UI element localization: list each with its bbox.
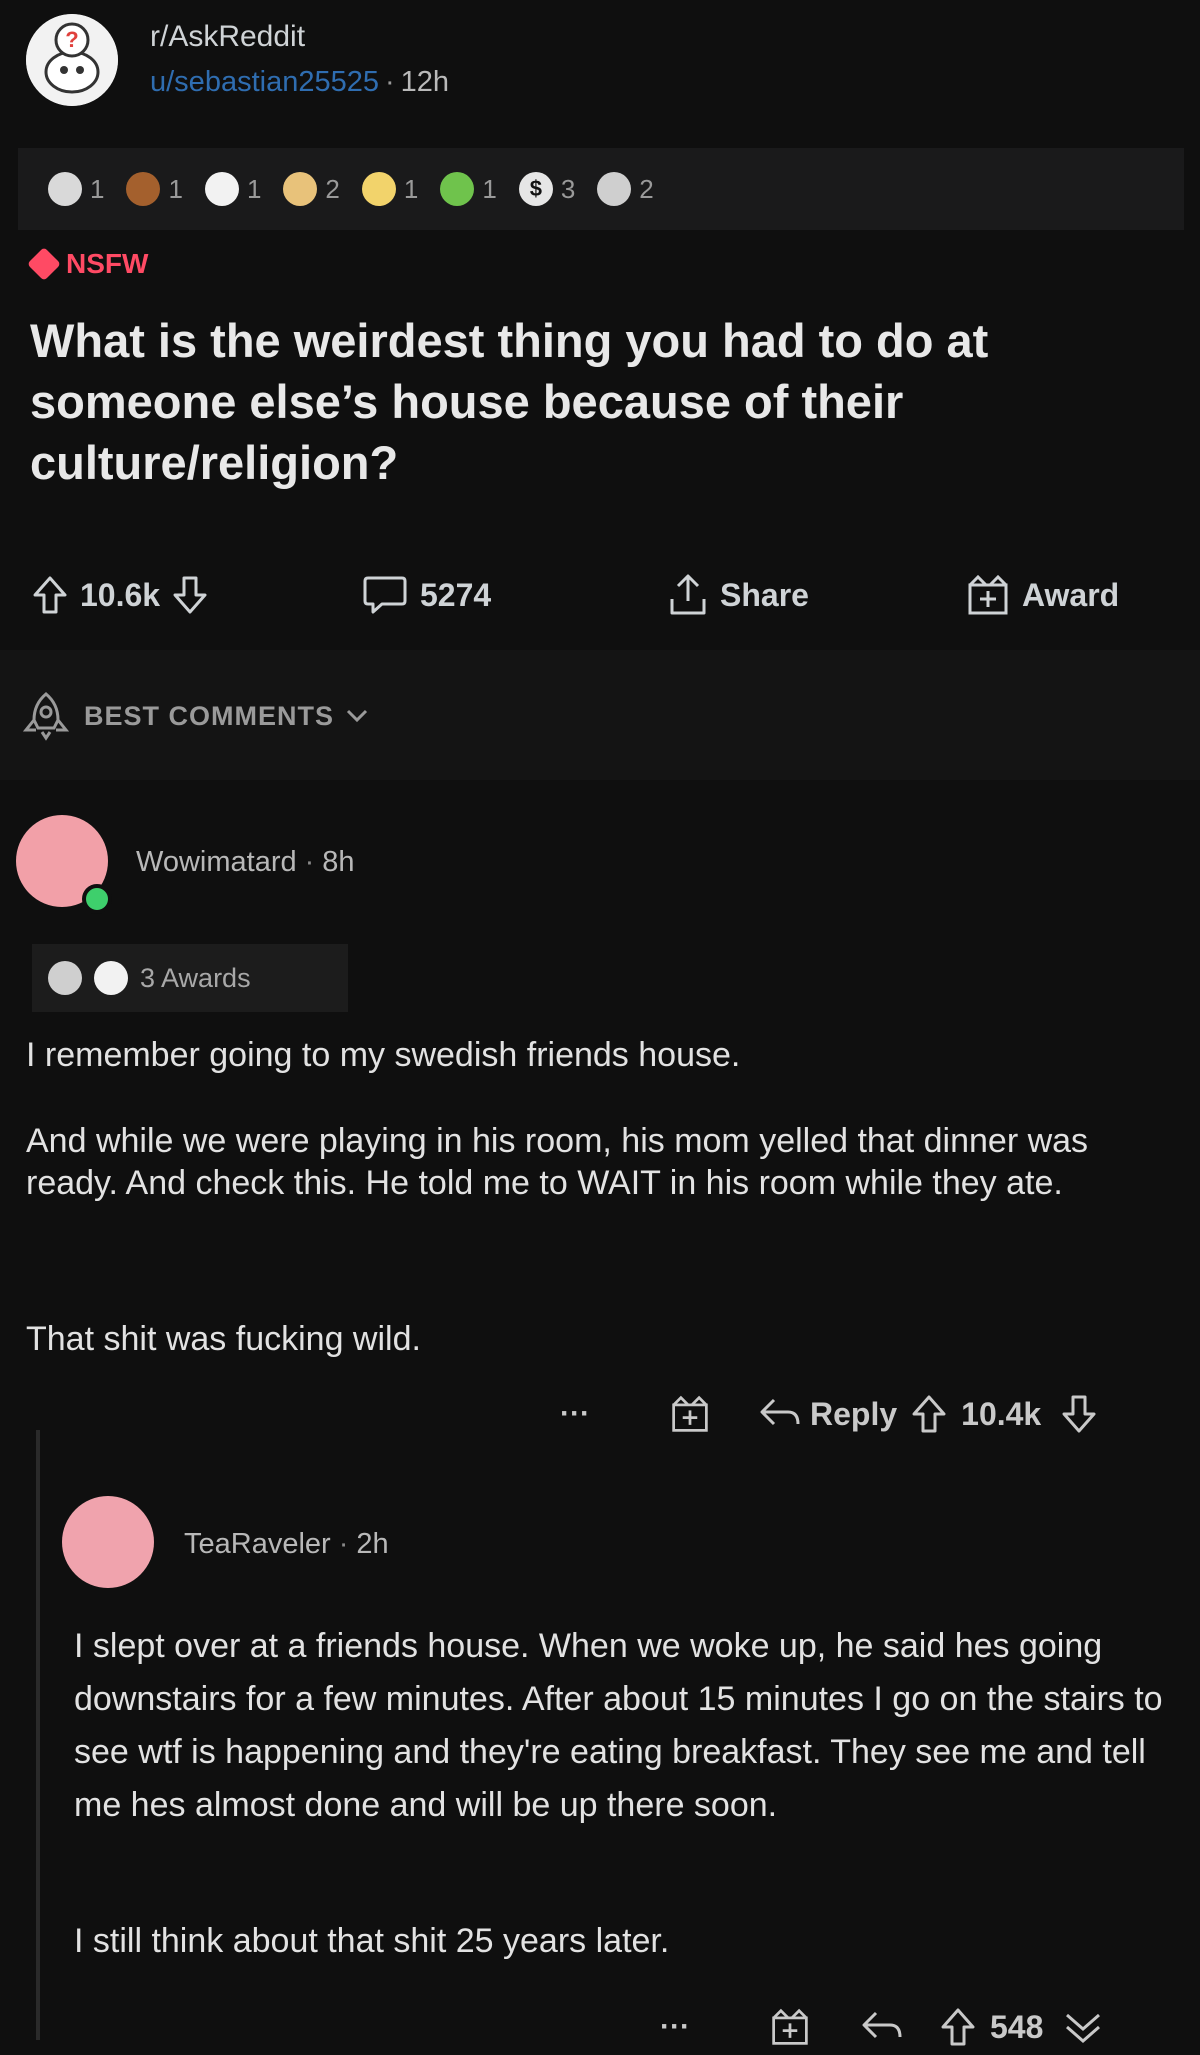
- gift-icon[interactable]: [670, 1394, 710, 1434]
- online-indicator: [82, 884, 112, 914]
- sort-label: BEST COMMENTS: [84, 700, 335, 731]
- comment-icon: [363, 576, 407, 614]
- award-helpful[interactable]: 1: [126, 172, 183, 206]
- award-silver[interactable]: 1: [48, 172, 104, 206]
- separator-dot: ·: [384, 66, 395, 98]
- subreddit-avatar[interactable]: ?: [26, 14, 118, 106]
- comments-button[interactable]: 5274: [362, 560, 491, 630]
- post-vote-group: 10.6k: [32, 560, 208, 630]
- comment-paragraph: And while we were playing in his room, h…: [26, 1122, 1089, 1202]
- award-count: 1: [246, 173, 262, 204]
- comment-awards[interactable]: 3 Awards: [32, 944, 348, 1012]
- comment-action-bar: ··· Reply 10.4k: [560, 1384, 1190, 1444]
- subreddit-name[interactable]: r/AskReddit: [150, 20, 305, 54]
- reply-avatar[interactable]: [62, 1496, 154, 1588]
- downvote-icon[interactable]: [1061, 1394, 1097, 1434]
- chevron-down-icon: [346, 709, 368, 723]
- post-age: 12h: [400, 66, 450, 98]
- award-wholesome[interactable]: 1: [204, 172, 262, 206]
- post-title[interactable]: What is the weirdest thing you had to do…: [30, 310, 1160, 493]
- snek-award-icon: [440, 172, 475, 206]
- award-count: 1: [168, 173, 183, 204]
- reply-age: 2h: [356, 1528, 389, 1560]
- wholesome-award-icon: [94, 961, 128, 995]
- award-snek[interactable]: 1: [440, 172, 497, 206]
- award-button[interactable]: Award: [966, 560, 1119, 630]
- reply-author[interactable]: TeaRaveler: [184, 1528, 331, 1560]
- upvote-icon[interactable]: [32, 575, 68, 615]
- award-count: 3: [560, 173, 576, 204]
- heart-award-icon: [283, 172, 318, 206]
- nsfw-icon: [27, 247, 61, 281]
- comment-count: 5274: [420, 576, 492, 613]
- award-count: 1: [403, 173, 419, 204]
- reply-score: 548: [990, 2008, 1044, 2045]
- askreddit-snoo-icon: ?: [26, 14, 118, 106]
- helpful-award-icon: [126, 172, 161, 206]
- comment-awards-label: 3 Awards: [140, 962, 251, 993]
- award-hug[interactable]: 2: [597, 172, 654, 206]
- post-author[interactable]: u/sebastian25525: [150, 66, 379, 98]
- dollar-award-icon: $: [518, 172, 553, 206]
- share-button[interactable]: Share: [668, 560, 809, 630]
- award-count: 1: [482, 173, 497, 204]
- more-options-button[interactable]: ···: [660, 2010, 730, 2044]
- gift-icon[interactable]: [770, 2007, 810, 2047]
- silver-award-icon: [48, 172, 82, 206]
- award-count: 2: [325, 173, 340, 204]
- award-dollar[interactable]: $ 3: [518, 172, 576, 206]
- reply-action-bar: ··· 548: [660, 2000, 1190, 2054]
- post-score: 10.6k: [80, 576, 161, 613]
- hug-award-icon: [48, 961, 82, 995]
- rocket-icon: [22, 692, 70, 741]
- award-label: Award: [1022, 576, 1120, 613]
- separator-dot: ·: [304, 846, 315, 878]
- upvote-icon[interactable]: [911, 1394, 947, 1434]
- reply-paragraph: I still think about that shit 25 years l…: [74, 1922, 670, 1960]
- gift-icon: [968, 574, 1008, 615]
- hug-award-icon: [597, 172, 632, 206]
- comment-score: 10.4k: [961, 1395, 1042, 1432]
- comment-author[interactable]: Wowimatard: [136, 846, 297, 878]
- post-meta: u/sebastian25525 · 12h: [150, 66, 449, 99]
- reply-icon[interactable]: [860, 2009, 904, 2045]
- sort-dropdown[interactable]: BEST COMMENTS: [20, 690, 368, 742]
- separator-dot: ·: [338, 1528, 349, 1560]
- reply-meta: TeaRaveler · 2h: [184, 1528, 389, 1561]
- share-icon: [670, 574, 706, 615]
- post-awards-bar[interactable]: 1 1 1 2 1 1 $ 3 2: [18, 148, 1184, 230]
- party-award-icon: [361, 172, 396, 206]
- nsfw-tag: NSFW: [27, 247, 149, 281]
- share-label: Share: [720, 576, 809, 613]
- comment-paragraph: That shit was fucking wild.: [26, 1320, 421, 1358]
- collapse-chevron-icon[interactable]: [1063, 2007, 1103, 2047]
- upvote-icon[interactable]: [940, 2007, 976, 2047]
- comment-age: 8h: [322, 846, 355, 878]
- reply-icon[interactable]: [758, 1396, 802, 1432]
- more-options-button[interactable]: ···: [560, 1397, 630, 1431]
- post-action-bar: 10.6k 5274 Share Award: [0, 560, 1200, 630]
- svg-text:?: ?: [65, 27, 78, 52]
- reply-button[interactable]: Reply: [810, 1396, 897, 1433]
- comment-meta: Wowimatard · 8h: [136, 846, 355, 879]
- award-count: 1: [90, 173, 105, 204]
- thread-line[interactable]: [36, 1430, 40, 2040]
- reply-paragraph: I slept over at a friends house. When we…: [74, 1627, 1163, 1824]
- award-party[interactable]: 1: [361, 172, 419, 206]
- downvote-icon[interactable]: [172, 575, 208, 615]
- comment-paragraph: I remember going to my swedish friends h…: [26, 1036, 741, 1074]
- nsfw-label: NSFW: [66, 248, 149, 279]
- award-count: 2: [639, 173, 654, 204]
- wholesome-award-icon: [204, 172, 239, 206]
- award-heart[interactable]: 2: [283, 172, 340, 206]
